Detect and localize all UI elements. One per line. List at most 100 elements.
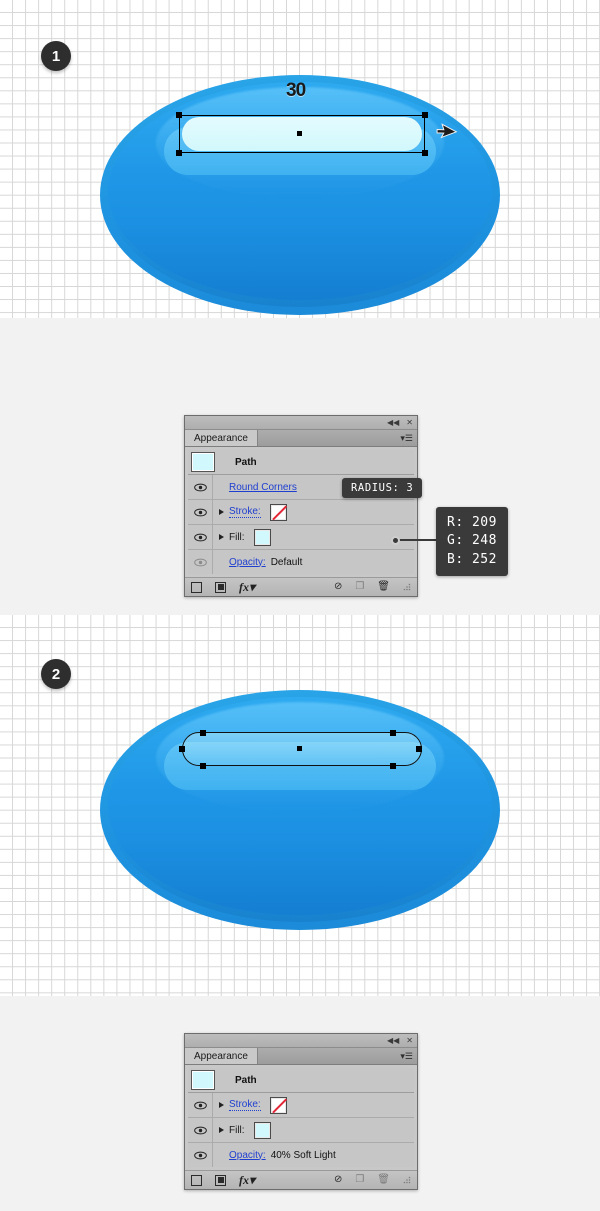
add-new-fill-icon[interactable]: [215, 1174, 226, 1186]
anchor-point-left[interactable]: [179, 746, 185, 752]
stroke-label[interactable]: Stroke:: [229, 1099, 261, 1111]
appearance-row-stroke[interactable]: Stroke:: [188, 500, 414, 525]
tab-appearance[interactable]: Appearance: [185, 1048, 258, 1064]
panel-2-footer[interactable]: fx▾ ⊘ ❐ 🗑: [185, 1170, 417, 1189]
delete-item-icon[interactable]: 🗑: [377, 582, 390, 592]
panel-1-footer[interactable]: fx▾ ⊘ ❐ 🗑: [185, 577, 417, 596]
add-new-stroke-icon[interactable]: [191, 581, 202, 593]
opacity-value: Default: [270, 556, 303, 568]
appearance-panel-2[interactable]: ◀◀ ✕ Appearance ▾☰ Path Stroke: Fill: Op…: [184, 1033, 418, 1190]
expand-arrow-fill[interactable]: [213, 1127, 229, 1133]
tab-appearance-label: Appearance: [194, 432, 248, 444]
panel-menu-icon[interactable]: ▾☰: [400, 1051, 413, 1061]
rgb-tooltip-b: B: 252: [447, 551, 497, 567]
anchor-point-bl[interactable]: [200, 763, 206, 769]
fill-color-swatch[interactable]: [253, 1121, 271, 1139]
rgb-tooltip: R: 209 G: 248 B: 252: [436, 507, 508, 577]
radius-tooltip-text: RADIUS: 3: [351, 482, 414, 494]
collapse-icon[interactable]: ◀◀: [387, 1036, 399, 1045]
add-new-effect-icon[interactable]: fx▾: [239, 581, 255, 593]
selection-bounding-box: [179, 115, 425, 153]
selection-handle-br[interactable]: [422, 150, 428, 156]
visibility-toggle-opacity[interactable]: [188, 550, 213, 574]
eye-icon: [193, 533, 207, 541]
fill-label[interactable]: Fill:: [229, 1125, 245, 1136]
selection-handle-tr[interactable]: [422, 112, 428, 118]
visibility-toggle-round-corners[interactable]: [188, 475, 213, 499]
add-new-effect-icon[interactable]: fx▾: [239, 1174, 255, 1186]
step-badge-2-number: 2: [51, 665, 61, 683]
anchor-point-right[interactable]: [416, 746, 422, 752]
panel-1-tab-filler: ▾☰: [258, 430, 417, 446]
clear-appearance-icon[interactable]: ⊘: [334, 1175, 342, 1185]
selection-handle-bl[interactable]: [176, 150, 182, 156]
visibility-toggle-opacity[interactable]: [188, 1143, 213, 1167]
visibility-toggle-fill[interactable]: [188, 525, 213, 549]
rgb-tooltip-r: R: 209: [447, 515, 497, 530]
duplicate-item-icon[interactable]: ❐: [355, 582, 364, 592]
path-thumbnail: [191, 452, 215, 472]
panel-1-titlebar[interactable]: ◀◀ ✕: [185, 416, 417, 430]
appearance-row-stroke[interactable]: Stroke:: [188, 1093, 414, 1118]
selection-handle-tl[interactable]: [176, 112, 182, 118]
tab-appearance[interactable]: Appearance: [185, 430, 258, 446]
appearance-row-fill[interactable]: Fill:: [188, 525, 414, 550]
close-icon[interactable]: ✕: [406, 418, 413, 427]
stroke-color-swatch[interactable]: [269, 1096, 287, 1114]
radius-tooltip: RADIUS: 3: [342, 478, 423, 498]
selection-center-point: [297, 131, 302, 136]
selection-center-point: [297, 746, 302, 751]
opacity-label[interactable]: Opacity:: [229, 1150, 266, 1161]
panel-2-tab-filler: ▾☰: [258, 1048, 417, 1064]
stroke-label[interactable]: Stroke:: [229, 506, 261, 518]
close-icon[interactable]: ✕: [406, 1036, 413, 1045]
rounded-rect-path-outline[interactable]: [182, 732, 422, 766]
visibility-toggle-stroke[interactable]: [188, 500, 213, 524]
path-label: Path: [235, 1074, 257, 1086]
add-new-stroke-icon[interactable]: [191, 1174, 202, 1186]
resize-grip-icon[interactable]: [403, 583, 411, 591]
fill-label[interactable]: Fill:: [229, 532, 245, 543]
artwork-step-2: [100, 690, 500, 930]
anchor-point-tr[interactable]: [390, 730, 396, 736]
path-label: Path: [235, 456, 257, 468]
resize-grip-icon[interactable]: [403, 1176, 411, 1184]
appearance-row-path[interactable]: Path: [188, 450, 414, 475]
panel-2-body: Path Stroke: Fill: Opacity: 40% Soft Lig…: [185, 1065, 417, 1170]
appearance-row-opacity[interactable]: Opacity: 40% Soft Light: [188, 1143, 414, 1167]
add-new-fill-icon[interactable]: [215, 581, 226, 593]
anchor-point-br[interactable]: [390, 763, 396, 769]
appearance-row-fill[interactable]: Fill:: [188, 1118, 414, 1143]
expand-arrow-stroke[interactable]: [213, 1102, 229, 1108]
panel-2-titlebar[interactable]: ◀◀ ✕: [185, 1034, 417, 1048]
step-badge-1-number: 1: [51, 47, 61, 65]
appearance-panel-1[interactable]: ◀◀ ✕ Appearance ▾☰ Path Round Corners St…: [184, 415, 418, 597]
panel-1-body: Path Round Corners Stroke: Fill: Opacity…: [185, 447, 417, 577]
eye-icon: [193, 1126, 207, 1134]
fill-color-swatch[interactable]: [253, 528, 271, 546]
appearance-row-opacity[interactable]: Opacity: Default: [188, 550, 414, 574]
step-badge-1: 1: [41, 41, 71, 71]
expand-arrow-stroke[interactable]: [213, 509, 229, 515]
duplicate-item-icon[interactable]: ❐: [355, 1175, 364, 1185]
collapse-icon[interactable]: ◀◀: [387, 418, 399, 427]
opacity-label[interactable]: Opacity:: [229, 557, 266, 568]
stroke-color-swatch[interactable]: [269, 503, 287, 521]
eye-icon: [193, 558, 207, 566]
expand-arrow-fill[interactable]: [213, 534, 229, 540]
round-corners-label[interactable]: Round Corners: [229, 482, 297, 493]
rgb-tooltip-anchor-dot: [391, 536, 400, 545]
rgb-tooltip-leader-line: [396, 539, 438, 541]
panel-menu-icon[interactable]: ▾☰: [400, 433, 413, 443]
eye-icon: [193, 1101, 207, 1109]
panel-1-tabrow[interactable]: Appearance ▾☰: [185, 430, 417, 447]
clear-appearance-icon[interactable]: ⊘: [334, 582, 342, 592]
canvas-annotation-30: 30: [286, 80, 306, 101]
visibility-toggle-stroke[interactable]: [188, 1093, 213, 1117]
panel-2-tabrow[interactable]: Appearance ▾☰: [185, 1048, 417, 1065]
appearance-row-path[interactable]: Path: [188, 1068, 414, 1093]
visibility-toggle-fill[interactable]: [188, 1118, 213, 1142]
tab-appearance-label: Appearance: [194, 1050, 248, 1062]
delete-item-icon[interactable]: 🗑: [377, 1175, 390, 1185]
anchor-point-tl[interactable]: [200, 730, 206, 736]
